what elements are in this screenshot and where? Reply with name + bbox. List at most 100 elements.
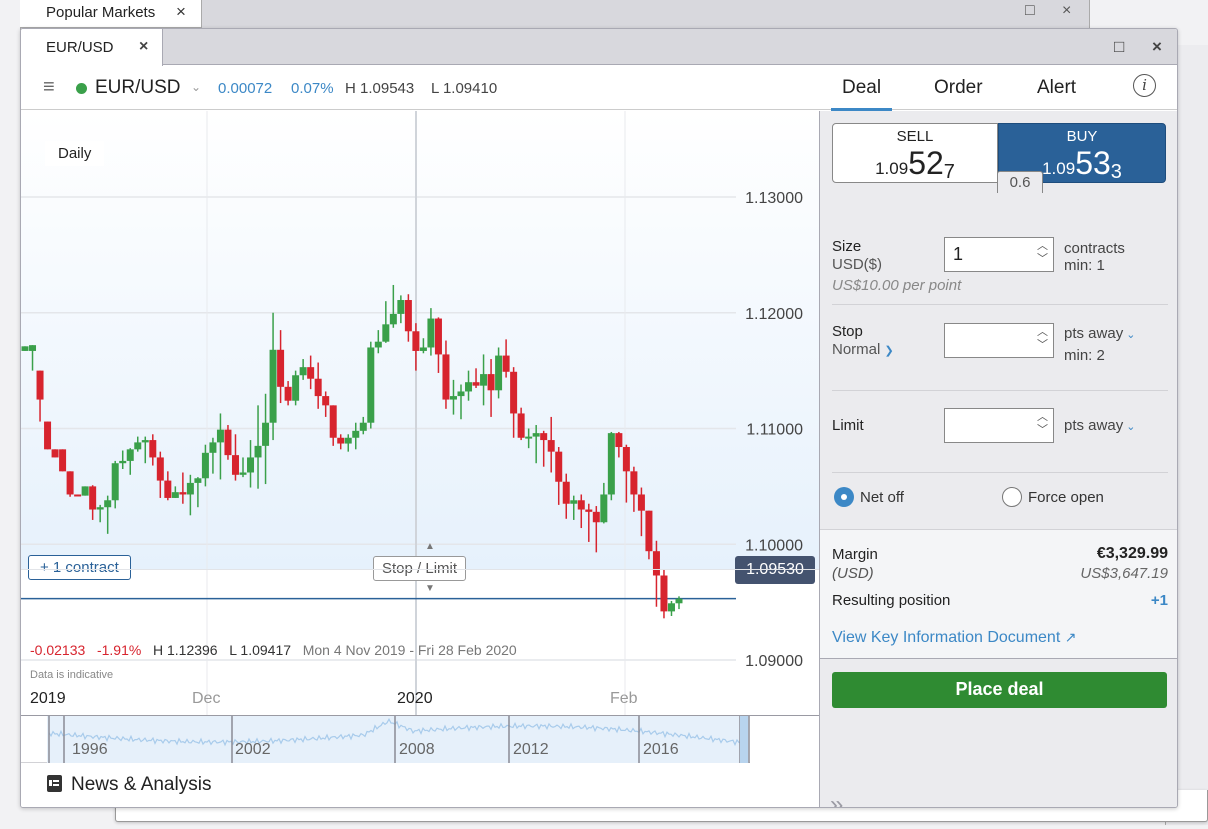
candle-up <box>239 472 247 475</box>
candle-down <box>329 405 337 438</box>
candle-down <box>156 457 164 481</box>
candle-up <box>449 396 457 400</box>
tab-deal[interactable]: Deal <box>830 77 893 113</box>
force-open-radio[interactable] <box>1002 487 1022 507</box>
candle-down <box>637 494 645 511</box>
place-deal-button[interactable]: Place deal <box>832 672 1167 708</box>
margin-label: Margin <box>832 546 878 563</box>
close-icon[interactable]: × <box>1152 37 1162 57</box>
maximize-icon[interactable]: □ <box>1025 2 1035 20</box>
buy-price: 1.09533 <box>1042 145 1122 183</box>
ticket-tabs: Deal Order Alert i <box>819 66 1177 113</box>
tab-order[interactable]: Order <box>934 77 983 99</box>
position-tag[interactable]: + 1 contract <box>28 555 131 580</box>
news-analysis-bar[interactable]: News & Analysis <box>21 763 819 807</box>
close-icon[interactable]: × <box>139 38 148 56</box>
candle-up <box>201 452 209 479</box>
candle-down <box>562 481 570 504</box>
price-change: 0.00072 <box>218 80 273 97</box>
candle-up <box>141 440 149 443</box>
day-high: H 1.09543 <box>345 80 415 97</box>
candle-down <box>510 371 518 414</box>
kid-link[interactable]: View Key Information Document ↗ <box>832 629 1076 647</box>
candle-down <box>472 382 480 386</box>
candle-up <box>667 603 675 612</box>
data-disclaimer: Data is indicative <box>30 669 114 681</box>
price-chart[interactable]: 1.13000 1.12000 1.11000 1.10000 1.09000 Dail… <box>21 111 819 715</box>
interval-label[interactable]: Daily <box>45 141 105 166</box>
drag-up-icon[interactable]: ▲ <box>425 541 435 552</box>
candle-up <box>397 300 405 314</box>
stop-input[interactable]: ︿ ﹀ <box>944 323 1054 358</box>
candle-up <box>171 492 179 498</box>
chevron-down-icon: ⌄ <box>1123 329 1136 341</box>
period-change: -0.02133 <box>30 642 86 658</box>
divider <box>832 472 1168 473</box>
candle-up <box>382 324 390 342</box>
tab-eurusd[interactable]: EUR/USD × <box>21 29 163 66</box>
candle-down <box>322 396 330 406</box>
close-icon[interactable]: × <box>176 2 186 22</box>
candle-down <box>277 349 285 387</box>
candle-up <box>194 478 202 483</box>
close-icon[interactable]: × <box>1062 2 1071 20</box>
candle-down <box>307 367 315 379</box>
stop-type-dropdown[interactable]: Normal ❯ <box>832 341 894 358</box>
candle-down <box>577 500 585 510</box>
x-label: 2020 <box>397 690 433 707</box>
x-label: Dec <box>192 690 221 707</box>
drag-down-icon[interactable]: ▼ <box>425 583 435 594</box>
candle-down <box>517 413 525 438</box>
force-open-label[interactable]: Force open <box>1028 489 1104 506</box>
resulting-position-label: Resulting position <box>832 592 951 609</box>
navigator-label: 2008 <box>399 741 435 758</box>
candlestick-chart[interactable]: 1.13000 1.12000 1.11000 1.10000 1.09000 <box>21 111 819 715</box>
resulting-position-value: +1 <box>1150 592 1168 609</box>
stepper-icon[interactable]: ︿ ﹀ <box>1037 326 1048 352</box>
candle-up <box>532 433 540 437</box>
chart-navigator[interactable]: 1996 2002 2008 2012 2016 <box>21 715 819 764</box>
y-tick-label: 1.09000 <box>745 653 803 670</box>
limit-unit-dropdown[interactable]: pts away ⌄ <box>1064 417 1135 436</box>
candle-up <box>216 429 224 443</box>
candle-up <box>254 445 262 458</box>
y-tick-label: 1.10000 <box>745 537 803 554</box>
limit-input[interactable]: ︿ ﹀ <box>944 408 1054 443</box>
maximize-icon[interactable]: □ <box>1114 37 1124 57</box>
size-input[interactable]: 1 ︿ ﹀ <box>944 237 1054 272</box>
market-symbol[interactable]: EUR/USD <box>95 77 181 99</box>
chevron-down-icon[interactable]: ⌄ <box>191 80 201 94</box>
net-off-radio[interactable] <box>834 487 854 507</box>
candle-down <box>36 370 44 400</box>
candle-up <box>570 500 578 504</box>
y-tick-label: 1.12000 <box>745 306 803 323</box>
info-icon[interactable]: i <box>1133 74 1156 97</box>
candle-up <box>292 375 300 401</box>
tab-alert[interactable]: Alert <box>1037 77 1076 99</box>
candle-down <box>660 575 668 612</box>
stepper-icon[interactable]: ︿ ﹀ <box>1037 411 1048 437</box>
stop-unit-dropdown[interactable]: pts away ⌄ <box>1064 325 1135 344</box>
expand-icon[interactable]: » <box>830 791 843 807</box>
margin-usd-value: US$3,647.19 <box>1080 565 1168 582</box>
candle-up <box>374 341 382 348</box>
candle-down <box>622 447 630 472</box>
chart-summary: -0.02133 -1.91% H 1.12396 L 1.09417 Mon … <box>30 642 517 658</box>
candle-down <box>74 494 82 497</box>
price-change-percent: 0.07% <box>291 80 334 97</box>
news-analysis-label[interactable]: News & Analysis <box>71 774 211 796</box>
sell-button[interactable]: SELL 1.09527 <box>832 123 998 183</box>
candle-up <box>81 486 89 496</box>
deal-ticket: SELL 1.09527 BUY 1.09533 0.6 Size USD($)… <box>819 111 1177 807</box>
tab-popular-markets[interactable]: Popular Markets × <box>20 0 202 28</box>
net-off-label[interactable]: Net off <box>860 489 904 506</box>
menu-icon[interactable]: ≡ <box>43 76 55 99</box>
stepper-icon[interactable]: ︿ ﹀ <box>1037 240 1048 266</box>
divider <box>21 569 819 570</box>
candle-down <box>585 509 593 512</box>
size-min: min: 1 <box>1064 257 1105 274</box>
size-currency: USD($) <box>832 256 883 273</box>
candle-up <box>367 347 375 423</box>
day-low: L 1.09410 <box>431 80 498 97</box>
y-tick-label: 1.11000 <box>746 422 803 439</box>
